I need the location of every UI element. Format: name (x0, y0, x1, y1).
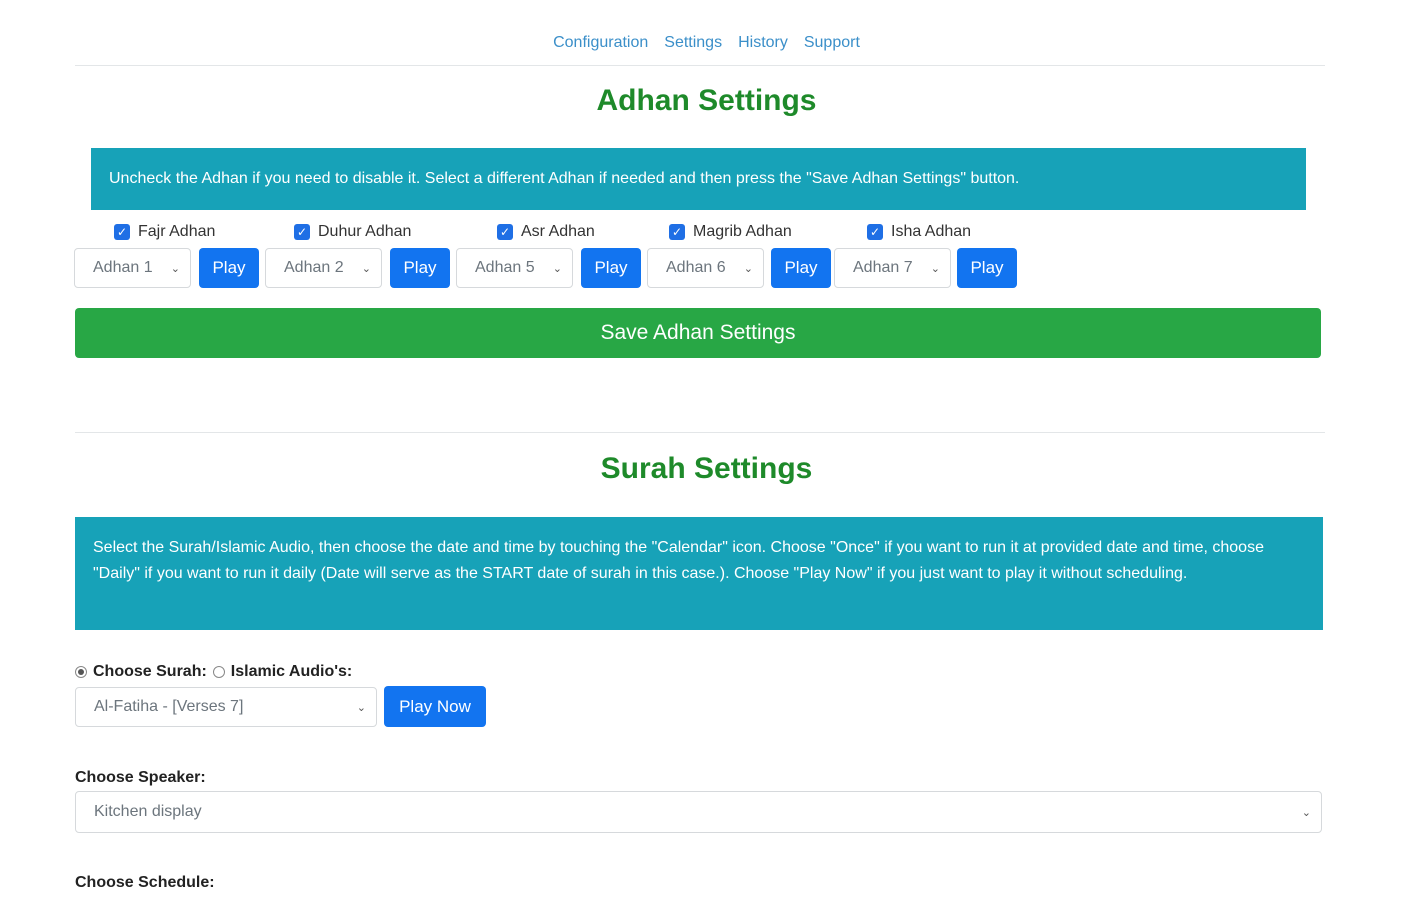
surah-info-text: Select the Surah/Islamic Audio, then cho… (93, 539, 1264, 582)
speaker-select[interactable]: Kitchen display ⌄ (75, 791, 1322, 833)
isha-adhan-value: Adhan 7 (853, 259, 913, 276)
magrib-adhan-select[interactable]: Adhan 6 ⌄ (647, 248, 764, 288)
isha-checkbox-group[interactable]: ✓ Isha Adhan (867, 223, 971, 241)
fajr-label: Fajr Adhan (138, 223, 216, 240)
choose-surah-label: Choose Surah: (93, 663, 207, 680)
adhan-info-alert: Uncheck the Adhan if you need to disable… (91, 148, 1306, 210)
duhur-adhan-value: Adhan 2 (284, 259, 344, 276)
chevron-down-icon: ⌄ (356, 701, 366, 714)
adhan-info-text: Uncheck the Adhan if you need to disable… (109, 170, 1020, 187)
asr-checkbox[interactable]: ✓ (497, 224, 513, 240)
islamic-audio-radio[interactable] (212, 666, 225, 678)
nav-history[interactable]: History (738, 34, 788, 52)
fajr-play-button[interactable]: Play (199, 248, 259, 288)
chevron-down-icon: ⌄ (552, 262, 562, 275)
fajr-checkbox-group[interactable]: ✓ Fajr Adhan (114, 223, 215, 241)
duhur-label: Duhur Adhan (318, 223, 412, 240)
isha-adhan-select[interactable]: Adhan 7 ⌄ (834, 248, 951, 288)
fajr-checkbox[interactable]: ✓ (114, 224, 130, 240)
surah-select[interactable]: Al-Fatiha - [Verses 7] ⌄ (75, 687, 377, 727)
duhur-checkbox[interactable]: ✓ (294, 224, 310, 240)
chevron-down-icon: ⌄ (930, 262, 940, 275)
chevron-down-icon: ⌄ (1301, 806, 1311, 819)
nav-support[interactable]: Support (804, 34, 860, 52)
magrib-checkbox[interactable]: ✓ (669, 224, 685, 240)
asr-label: Asr Adhan (521, 223, 595, 240)
fajr-adhan-select[interactable]: Adhan 1 ⌄ (74, 248, 191, 288)
choose-schedule-label: Choose Schedule: (75, 874, 215, 891)
magrib-label: Magrib Adhan (693, 223, 792, 240)
adhan-settings-title: Adhan Settings (596, 84, 817, 117)
asr-checkbox-group[interactable]: ✓ Asr Adhan (497, 223, 595, 241)
magrib-play-button[interactable]: Play (771, 248, 831, 288)
chevron-down-icon: ⌄ (361, 262, 371, 275)
top-nav: Configuration Settings History Support (0, 34, 1413, 52)
choose-surah-radio[interactable] (75, 666, 87, 678)
magrib-checkbox-group[interactable]: ✓ Magrib Adhan (669, 223, 792, 241)
duhur-play-button[interactable]: Play (390, 248, 450, 288)
magrib-adhan-value: Adhan 6 (666, 259, 726, 276)
divider (75, 65, 1325, 66)
isha-checkbox[interactable]: ✓ (867, 224, 883, 240)
nav-configuration[interactable]: Configuration (553, 34, 648, 52)
asr-adhan-value: Adhan 5 (475, 259, 535, 276)
audio-type-radio-group: Choose Surah: Islamic Audio's: (75, 663, 352, 681)
islamic-audio-label: Islamic Audio's: (230, 663, 353, 680)
speaker-select-value: Kitchen display (94, 803, 202, 820)
duhur-checkbox-group[interactable]: ✓ Duhur Adhan (294, 223, 411, 241)
surah-settings-title: Surah Settings (600, 452, 813, 485)
choose-speaker-label: Choose Speaker: (75, 769, 206, 786)
play-now-button[interactable]: Play Now (384, 686, 486, 727)
chevron-down-icon: ⌄ (170, 262, 180, 275)
chevron-down-icon: ⌄ (743, 262, 753, 275)
duhur-adhan-select[interactable]: Adhan 2 ⌄ (265, 248, 382, 288)
surah-select-value: Al-Fatiha - [Verses 7] (94, 698, 244, 715)
asr-play-button[interactable]: Play (581, 248, 641, 288)
divider (75, 432, 1325, 433)
isha-label: Isha Adhan (891, 223, 972, 240)
surah-info-alert: Select the Surah/Islamic Audio, then cho… (75, 517, 1323, 630)
save-adhan-settings-button[interactable]: Save Adhan Settings (75, 308, 1321, 358)
asr-adhan-select[interactable]: Adhan 5 ⌄ (456, 248, 573, 288)
isha-play-button[interactable]: Play (957, 248, 1017, 288)
nav-settings[interactable]: Settings (664, 34, 722, 52)
fajr-adhan-value: Adhan 1 (93, 259, 153, 276)
